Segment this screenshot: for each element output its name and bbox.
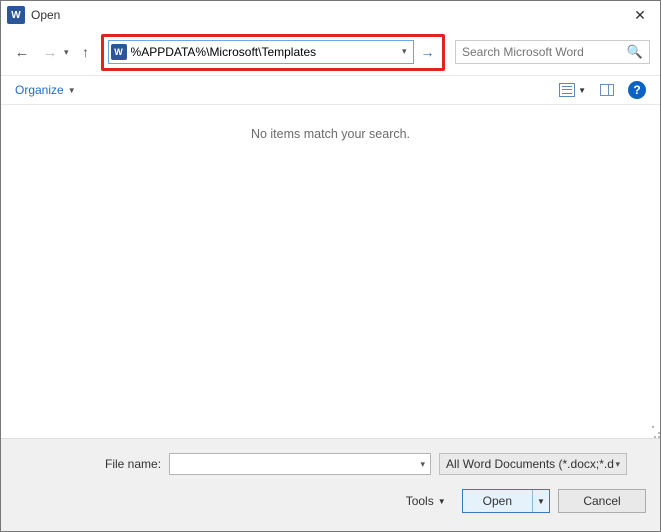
- open-button[interactable]: Open: [463, 490, 533, 512]
- cancel-button[interactable]: Cancel: [558, 489, 646, 513]
- nav-up-button[interactable]: ↑: [77, 43, 95, 61]
- help-button[interactable]: ?: [628, 81, 646, 99]
- chevron-down-icon: ▼: [438, 497, 446, 506]
- preview-pane-icon: [600, 84, 614, 96]
- preview-pane-button[interactable]: [600, 84, 614, 96]
- address-go-button[interactable]: →: [418, 42, 438, 62]
- tools-menu[interactable]: Tools ▼: [406, 494, 446, 508]
- open-split-button[interactable]: Open ▼: [462, 489, 550, 513]
- filename-input[interactable]: [170, 457, 415, 471]
- address-highlight-box: W ▾ →: [101, 34, 445, 71]
- content-resize-grip[interactable]: [637, 411, 655, 429]
- open-dropdown-button[interactable]: ▼: [533, 490, 549, 512]
- file-type-filter[interactable]: All Word Documents (*.docx;*.d ▾: [439, 453, 627, 475]
- word-location-icon: W: [111, 44, 127, 60]
- filename-combobox[interactable]: ▾: [169, 453, 431, 475]
- organize-label: Organize: [15, 83, 64, 97]
- nav-back-button[interactable]: ←: [11, 41, 33, 63]
- chevron-down-icon[interactable]: ▾: [416, 459, 431, 470]
- toolbar: Organize ▼ ▼ ?: [1, 75, 660, 105]
- organize-menu[interactable]: Organize ▼: [15, 83, 76, 97]
- nav-row: ← → ▾ ↑ W ▾ → 🔍: [1, 29, 660, 75]
- chevron-down-icon: ▼: [578, 86, 586, 95]
- tools-label: Tools: [406, 494, 434, 508]
- search-box[interactable]: 🔍: [455, 40, 650, 64]
- address-bar[interactable]: W ▾: [108, 40, 414, 64]
- window-title: Open: [31, 8, 60, 22]
- chevron-down-icon: ▾: [616, 459, 621, 470]
- search-icon[interactable]: 🔍: [627, 44, 643, 60]
- open-button-label: Open: [483, 494, 512, 508]
- view-list-icon: [559, 83, 575, 97]
- filename-label: File name:: [105, 457, 161, 471]
- word-app-icon: W: [7, 6, 25, 24]
- cancel-button-label: Cancel: [583, 494, 620, 508]
- close-button[interactable]: ✕: [620, 1, 660, 29]
- nav-forward-button[interactable]: →: [39, 41, 61, 63]
- file-list-area: No items match your search.: [1, 105, 660, 435]
- empty-results-message: No items match your search.: [251, 127, 410, 141]
- file-type-filter-label: All Word Documents (*.docx;*.d: [446, 457, 614, 471]
- chevron-down-icon: ▼: [68, 86, 76, 95]
- address-input[interactable]: [131, 45, 398, 59]
- titlebar: W Open ✕: [1, 1, 660, 29]
- nav-history-dropdown[interactable]: ▾: [64, 47, 69, 58]
- search-input[interactable]: [462, 45, 627, 59]
- address-dropdown-icon[interactable]: ▾: [398, 46, 411, 57]
- view-options-button[interactable]: ▼: [559, 83, 586, 97]
- footer: File name: ▾ All Word Documents (*.docx;…: [1, 438, 660, 531]
